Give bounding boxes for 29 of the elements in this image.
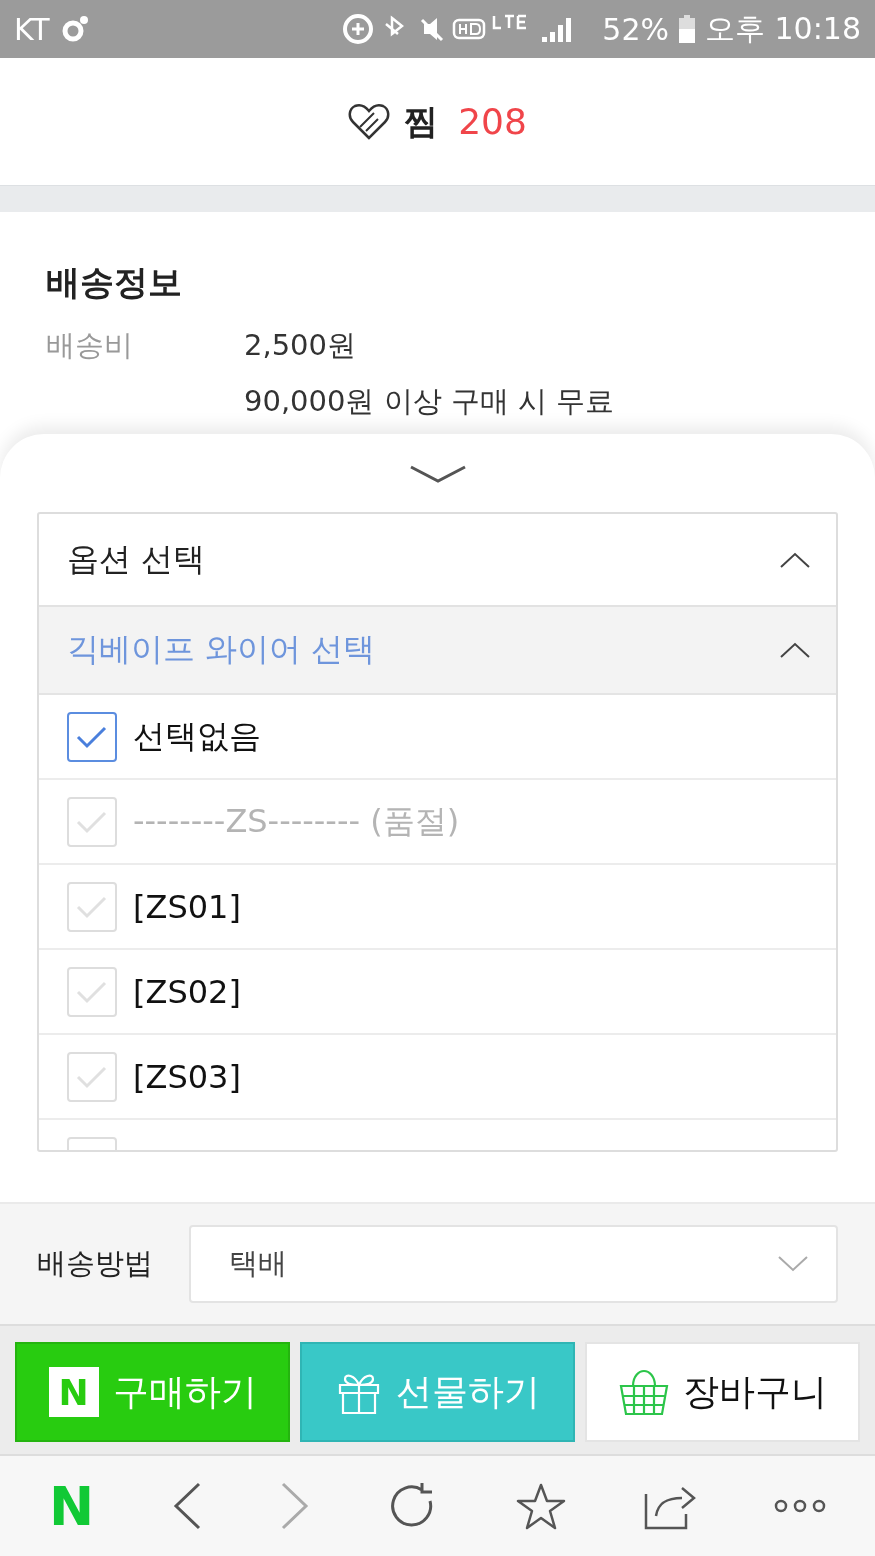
field-value: 2,500원 [244, 327, 358, 364]
back-icon[interactable] [172, 1482, 203, 1530]
option-item[interactable]: [ZS03] [39, 1035, 836, 1120]
chevron-icon [780, 551, 810, 568]
option-title: 옵션 선택 [67, 538, 206, 580]
battery-percentage: 52% [602, 11, 669, 47]
chevron-icon [780, 642, 810, 658]
star-icon[interactable] [516, 1482, 567, 1530]
clock: 오후 10:18 [705, 9, 861, 48]
option-item[interactable]: [ZS01] [39, 865, 836, 950]
basket-icon [618, 1368, 669, 1416]
option-item[interactable]: 선택없음 [39, 695, 836, 780]
option-group-title: 긱베이프 와이어 선택 [67, 629, 376, 670]
naver-logo: N [48, 1367, 99, 1417]
checkbox[interactable] [67, 711, 117, 762]
delivery-dropdown[interactable]: 택배 [189, 1225, 838, 1303]
section-title: 배송정보 [46, 261, 183, 304]
field-label: 배송비 [46, 327, 134, 364]
field-label: 배송방법 [37, 1245, 153, 1282]
chevron-down-icon [778, 1256, 808, 1272]
cart-button[interactable]: 장바구니 [585, 1342, 860, 1442]
more-icon[interactable] [774, 1499, 826, 1513]
option-item[interactable]: [ZS02] [39, 950, 836, 1035]
wishlist-button[interactable]: 찜 208 [344, 94, 531, 149]
carrier-name: KT [14, 11, 50, 47]
heart-icon [348, 102, 391, 141]
battery-icon [679, 15, 695, 43]
field-value: 90,000원 이상 구매 시 무료 [244, 383, 615, 420]
collapse-icon[interactable] [408, 464, 467, 484]
